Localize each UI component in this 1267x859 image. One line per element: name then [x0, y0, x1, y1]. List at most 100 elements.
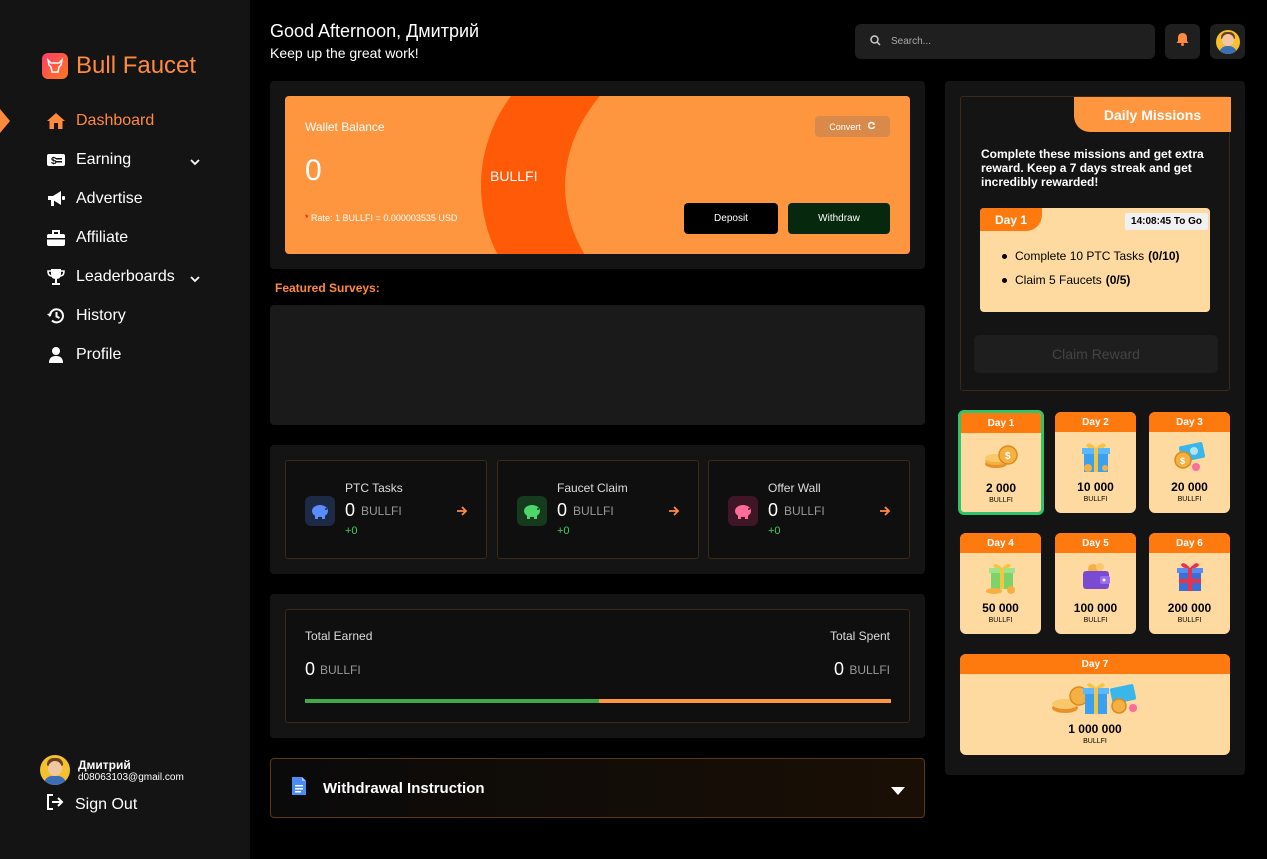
mission-task: Complete 10 PTC Tasks (0/10) [1002, 249, 1180, 263]
convert-button[interactable]: Convert [815, 116, 890, 137]
total-spent-unit: BULLFI [849, 663, 890, 677]
reward-value: 50 000 [982, 601, 1019, 615]
greeting-title: Good Afternoon, Дмитрий [270, 21, 480, 41]
stat-card-offerwall[interactable]: Offer Wall 0 BULLFI +0 [708, 460, 910, 559]
stat-card-ptc[interactable]: PTC Tasks 0 BULLFI +0 [285, 460, 487, 559]
reward-unit: BULLFI [1177, 496, 1202, 503]
reward-day-4[interactable]: Day 4 50 000 BULLFI [960, 533, 1041, 634]
profile-avatar-button[interactable] [1210, 24, 1245, 59]
claim-reward-button[interactable]: Claim Reward [974, 335, 1218, 373]
user-icon [45, 345, 67, 365]
sidebar-item-leaderboards[interactable]: Leaderboards [45, 257, 215, 296]
megaphone-icon [45, 189, 67, 209]
treasure-icon [960, 674, 1230, 722]
earned-progress-bar [305, 699, 599, 703]
reward-value: 100 000 [1073, 601, 1118, 615]
wallet-label: Wallet Balance [305, 120, 385, 134]
wallet-icon [1055, 553, 1136, 601]
reward-day-2[interactable]: Day 2 10 000 BULLFI [1055, 412, 1136, 513]
reward-day-label: Day 5 [1055, 533, 1136, 553]
stat-value: 0 [557, 500, 568, 520]
brand-logo[interactable]: Bull Faucet [42, 52, 196, 80]
sidebar-item-label: Affiliate [76, 228, 129, 246]
piggy-bank-icon [728, 496, 758, 526]
mission-timer: 14:08:45 To Go [1125, 213, 1208, 230]
stat-title: Offer Wall [768, 481, 821, 495]
withdrawal-instruction-accordion[interactable]: Withdrawal Instruction [270, 758, 925, 818]
wallet-balance: 0 [305, 154, 322, 187]
sidebar-item-profile[interactable]: Profile [45, 335, 215, 374]
reward-day-label: Day 7 [960, 654, 1230, 674]
reward-unit: BULLFI [1083, 738, 1107, 745]
avatar [1215, 29, 1240, 54]
withdraw-button[interactable]: Withdraw [788, 203, 890, 234]
arrow-right-icon[interactable] [879, 503, 891, 519]
wallet-card: Wallet Balance 0 BULLFI * Rate: 1 BULLFI… [285, 96, 910, 254]
reward-day-3[interactable]: Day 3 $ 20 000 BULLFI [1149, 412, 1230, 513]
avatar[interactable] [40, 755, 70, 785]
sidebar-item-affiliate[interactable]: Affiliate [45, 218, 215, 257]
search-input[interactable] [891, 36, 1131, 47]
current-day-card: Day 1 14:08:45 To Go Complete 10 PTC Tas… [980, 208, 1210, 312]
arrow-right-icon[interactable] [668, 503, 680, 519]
task-progress: (0/10) [1148, 249, 1180, 263]
reward-day-7[interactable]: Day 7 1 000 000 BULLFI [960, 654, 1230, 755]
stat-unit: BULLFI [361, 504, 402, 518]
featured-surveys-panel [270, 305, 925, 425]
reward-day-5[interactable]: Day 5 100 000 BULLFI [1055, 533, 1136, 634]
sidebar-nav: Dashboard $ Earning Advertise Affiliate … [45, 101, 215, 374]
briefcase-icon [45, 228, 67, 248]
arrow-right-icon[interactable] [456, 503, 468, 519]
sidebar-item-earning[interactable]: $ Earning [45, 140, 215, 179]
stat-unit: BULLFI [784, 504, 825, 518]
search-bar[interactable] [855, 24, 1155, 59]
home-icon [45, 111, 67, 131]
svg-text:$: $ [1180, 456, 1185, 466]
daily-missions-title: Daily Missions [1074, 97, 1231, 132]
reward-day-label: Day 3 [1149, 412, 1230, 432]
sidebar-item-advertise[interactable]: Advertise [45, 179, 215, 218]
history-icon [45, 306, 67, 326]
reward-unit: BULLFI [989, 497, 1013, 504]
daily-missions-box: Daily Missions Complete these missions a… [960, 96, 1231, 391]
wallet-unit: BULLFI [490, 168, 538, 184]
stat-delta: +0 [768, 525, 781, 537]
stat-delta: +0 [345, 525, 358, 537]
greeting-subtitle: Keep up the great work! [270, 45, 419, 61]
notifications-button[interactable] [1165, 24, 1200, 59]
reward-day-label: Day 2 [1055, 412, 1136, 432]
piggy-bank-icon [517, 496, 547, 526]
totals-card: Total Earned 0 BULLFI Total Spent 0 BULL… [285, 609, 910, 723]
piggy-bank-icon [305, 496, 335, 526]
sidebar-item-label: Advertise [76, 189, 143, 207]
sign-out-button[interactable]: Sign Out [45, 793, 137, 816]
caret-down-icon[interactable] [890, 783, 906, 801]
reward-value: 200 000 [1167, 601, 1212, 615]
reward-unit: BULLFI [1083, 617, 1108, 624]
sidebar-item-label: History [76, 306, 126, 324]
reward-value: 20 000 [1171, 480, 1208, 494]
total-spent-label: Total Spent [829, 629, 890, 643]
chevron-down-icon[interactable] [190, 270, 200, 288]
trophy-icon [45, 267, 67, 287]
reward-value: 2 000 [985, 481, 1017, 495]
sidebar-item-dashboard[interactable]: Dashboard [45, 101, 215, 140]
stat-delta: +0 [557, 525, 570, 537]
sidebar-item-history[interactable]: History [45, 296, 215, 335]
task-label: Claim 5 Faucets [1015, 273, 1102, 287]
daily-missions-description: Complete these missions and get extra re… [981, 147, 1204, 189]
sign-out-icon [45, 793, 65, 816]
stat-card-faucet[interactable]: Faucet Claim 0 BULLFI +0 [497, 460, 699, 559]
user-info: Дмитрий d08063103@gmail.com [40, 755, 184, 785]
deposit-button[interactable]: Deposit [684, 203, 778, 234]
coins-icon: $ [961, 433, 1041, 481]
bull-icon [42, 53, 68, 79]
refresh-icon [867, 121, 876, 132]
chevron-down-icon[interactable] [190, 153, 200, 171]
reward-value: 1 000 000 [1068, 722, 1122, 736]
user-name: Дмитрий [78, 757, 131, 772]
reward-day-1[interactable]: Day 1 $ 2 000 BULLFI [958, 410, 1044, 515]
sidebar-item-label: Leaderboards [76, 267, 175, 285]
reward-day-6[interactable]: Day 6 200 000 BULLFI [1149, 533, 1230, 634]
total-earned-label: Total Earned [305, 629, 373, 643]
